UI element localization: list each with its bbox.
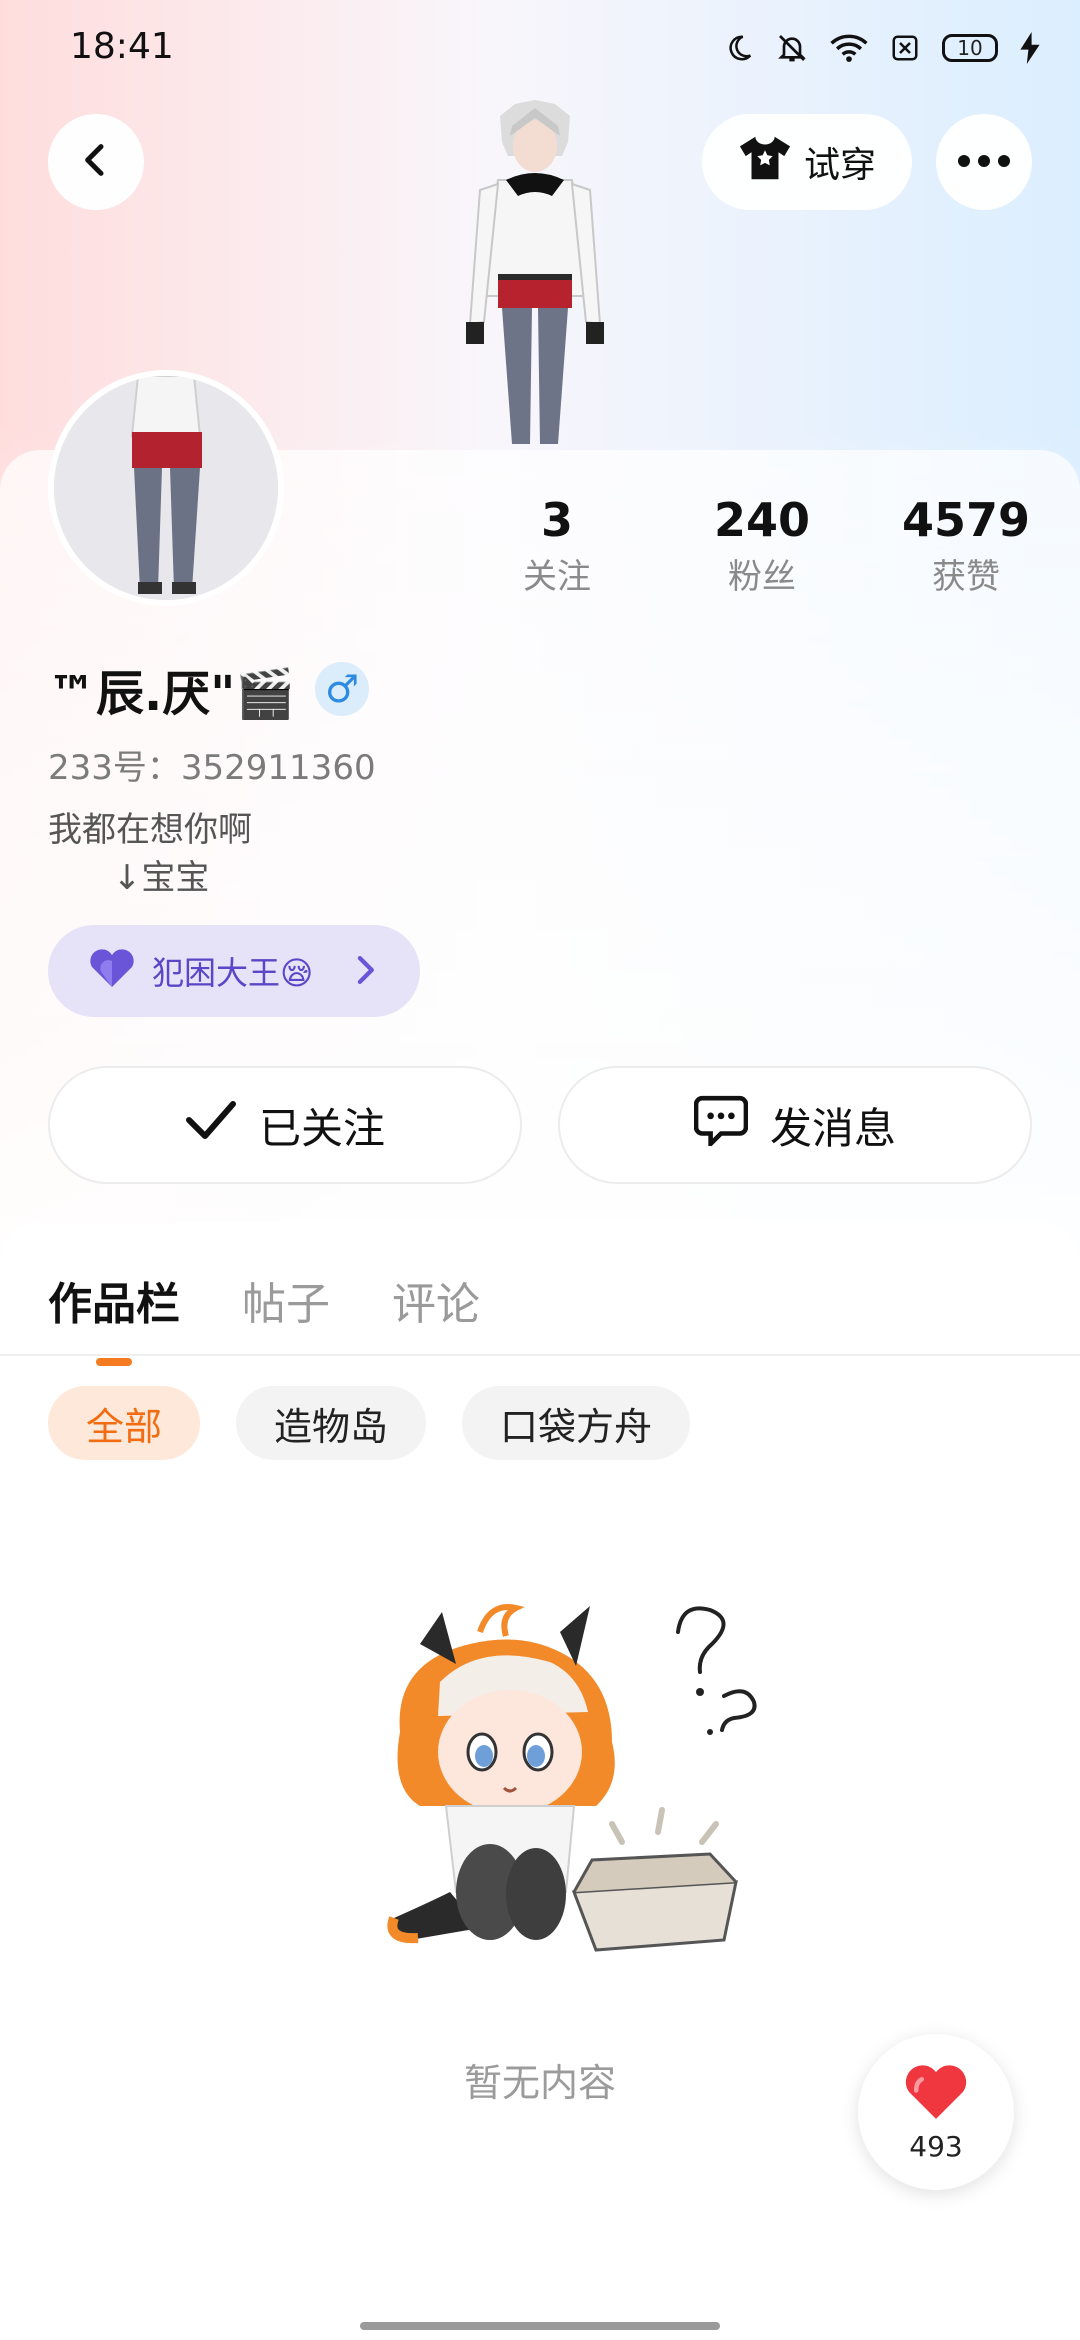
- purple-heart-icon: [88, 949, 136, 993]
- tab-posts-label: 帖子: [242, 1279, 330, 1330]
- title-badge[interactable]: 犯困大王😪: [48, 925, 420, 1017]
- wifi-icon: [830, 33, 868, 63]
- stat-followers-label: 粉丝: [728, 557, 796, 597]
- tshirt-icon: [738, 134, 792, 191]
- more-dots-icon: [956, 153, 1012, 172]
- charging-icon: [1020, 32, 1040, 64]
- tab-works[interactable]: 作品栏: [48, 1268, 180, 1366]
- stat-following-label: 关注: [523, 557, 591, 597]
- content-tabs: 作品栏 帖子 评论: [48, 1260, 480, 1366]
- send-message-button[interactable]: 发消息: [558, 1066, 1032, 1184]
- home-indicator[interactable]: [360, 2322, 720, 2330]
- active-tab-indicator: [96, 1358, 132, 1366]
- tab-works-label: 作品栏: [48, 1279, 180, 1330]
- check-icon: [185, 1100, 237, 1150]
- badge-label: 犯困大王😪: [152, 954, 314, 992]
- filter-chip-creation-island[interactable]: 造物岛: [236, 1386, 427, 1460]
- like-count: 493: [909, 2129, 963, 2163]
- stat-following[interactable]: 3 关注: [472, 490, 642, 600]
- followed-label: 已关注: [258, 1103, 385, 1153]
- stat-likes[interactable]: 4579 获赞: [881, 490, 1051, 600]
- chat-bubble-icon: [693, 1094, 749, 1156]
- avatar[interactable]: [48, 370, 284, 606]
- chevron-right-icon: [354, 953, 376, 991]
- moon-icon: [724, 33, 754, 63]
- user-id[interactable]: 233号：352911360: [48, 740, 376, 789]
- bell-off-icon: [776, 32, 808, 64]
- empty-state-illustration: [360, 1592, 760, 2002]
- tab-posts[interactable]: 帖子: [242, 1268, 330, 1332]
- like-button[interactable]: 493: [858, 2034, 1014, 2190]
- tab-comments-label: 评论: [392, 1279, 480, 1330]
- back-button[interactable]: [48, 114, 144, 210]
- status-bar: 18:41 10: [0, 0, 1080, 96]
- filter-chip-all[interactable]: 全部: [48, 1386, 201, 1460]
- stat-likes-label: 获赞: [932, 557, 1000, 597]
- send-message-label: 发消息: [769, 1103, 896, 1153]
- stat-followers[interactable]: 240 粉丝: [677, 490, 847, 600]
- status-time: 18:41: [70, 26, 174, 67]
- stat-following-count: 3: [540, 493, 573, 547]
- chevron-left-icon: [76, 140, 116, 184]
- name-row: ™辰.厌"🎬 ♂: [48, 656, 370, 722]
- character-avatar-figure: [440, 96, 630, 448]
- male-gender-icon: ♂: [315, 662, 370, 716]
- try-on-button[interactable]: 试穿: [702, 114, 912, 210]
- stat-followers-count: 240: [713, 493, 811, 547]
- user-bio: 我都在想你啊 ↓宝宝: [48, 810, 252, 898]
- filter-chip-pocket-ark[interactable]: 口袋方舟: [462, 1386, 691, 1460]
- more-button[interactable]: [936, 114, 1032, 210]
- battery-icon: 10: [942, 34, 998, 62]
- heart-icon: [902, 2062, 970, 2126]
- status-icons: 10: [724, 26, 1040, 70]
- filter-chips: 全部 造物岛 口袋方舟: [48, 1386, 691, 1460]
- sim-off-icon: [890, 33, 920, 63]
- username: ™辰.厌"🎬: [48, 666, 296, 722]
- tab-comments[interactable]: 评论: [392, 1268, 480, 1332]
- try-on-label: 试穿: [803, 145, 876, 186]
- stat-likes-count: 4579: [901, 493, 1031, 547]
- tabs-divider: [0, 1354, 1080, 1356]
- followed-button[interactable]: 已关注: [48, 1066, 522, 1184]
